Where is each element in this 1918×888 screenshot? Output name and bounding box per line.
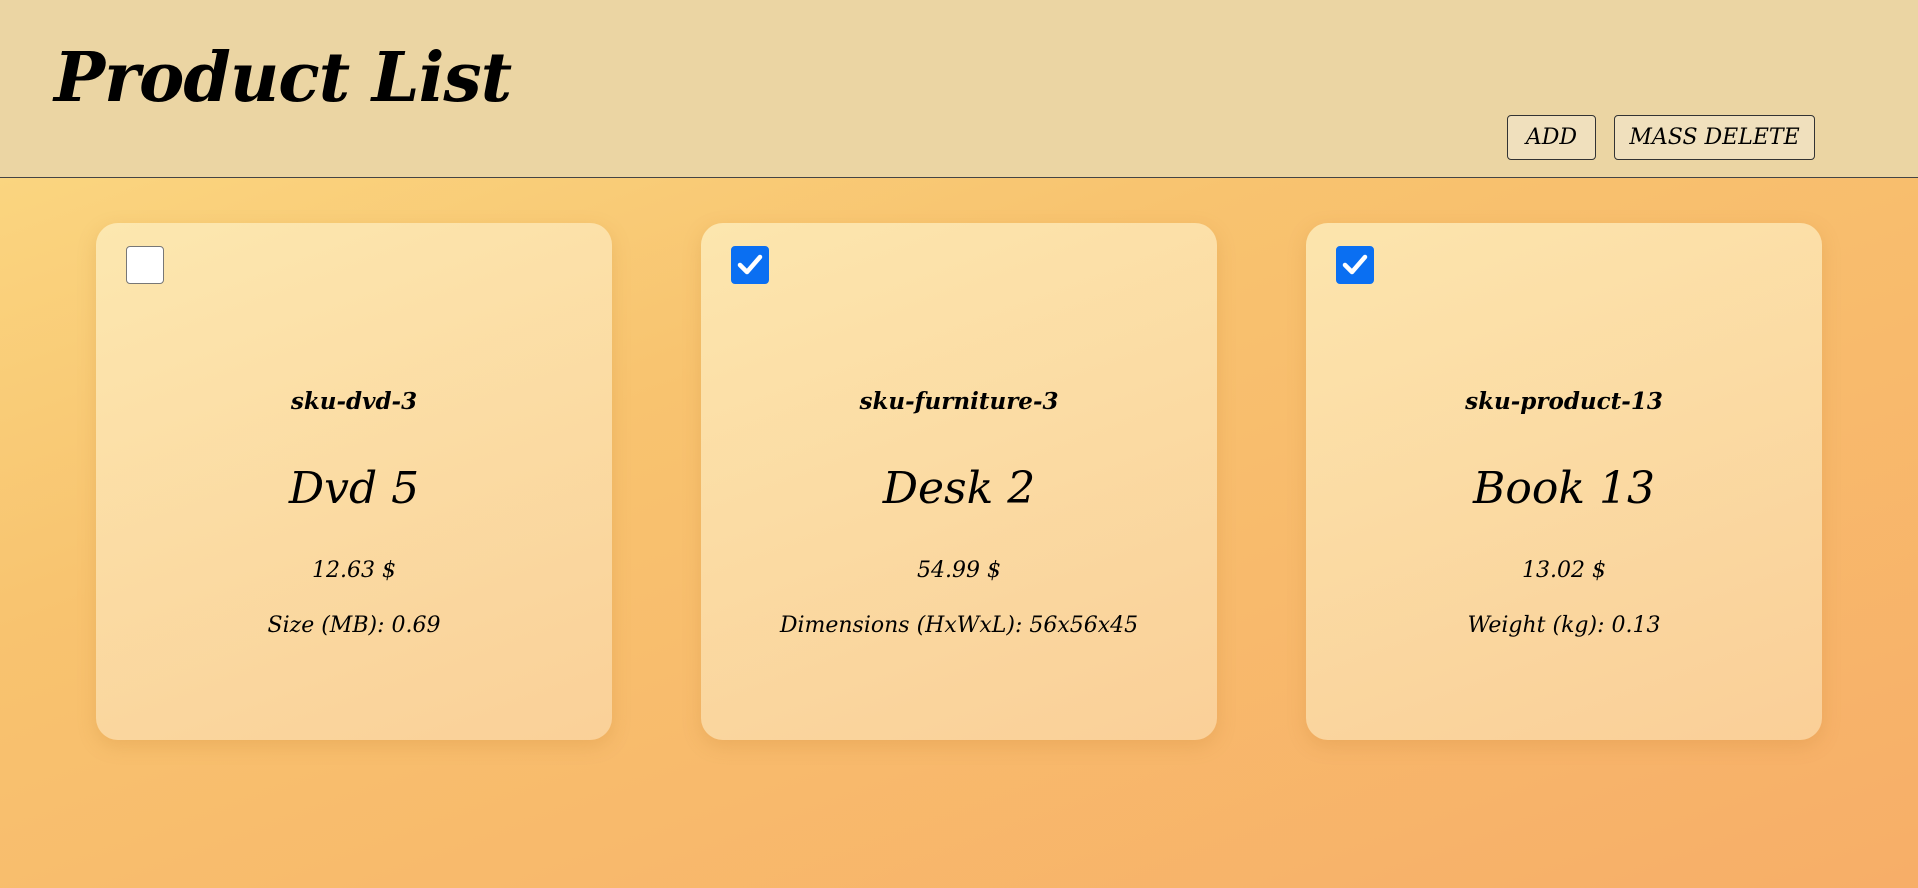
- product-name: Desk 2: [882, 463, 1036, 514]
- product-list: sku-dvd-3 Dvd 5 12.63 $ Size (MB): 0.69 …: [96, 223, 1822, 740]
- delete-checkbox[interactable]: [126, 246, 164, 284]
- product-name: Dvd 5: [288, 463, 420, 514]
- product-price: 12.63 $: [312, 558, 396, 583]
- mass-delete-button[interactable]: MASS DELETE: [1614, 115, 1815, 160]
- product-sku: sku-dvd-3: [290, 388, 418, 415]
- product-card: sku-product-13 Book 13 13.02 $ Weight (k…: [1306, 223, 1822, 740]
- product-sku: sku-furniture-3: [859, 388, 1059, 415]
- product-card: sku-dvd-3 Dvd 5 12.63 $ Size (MB): 0.69: [96, 223, 612, 740]
- product-price: 13.02 $: [1522, 558, 1606, 583]
- product-attribute: Size (MB): 0.69: [267, 613, 441, 638]
- product-card: sku-furniture-3 Desk 2 54.99 $ Dimension…: [701, 223, 1217, 740]
- checkmark-icon: [1342, 254, 1368, 275]
- delete-checkbox[interactable]: [731, 246, 769, 284]
- checkmark-icon: [737, 254, 763, 275]
- product-attribute: Weight (kg): 0.13: [1467, 613, 1661, 638]
- add-button[interactable]: ADD: [1507, 115, 1596, 160]
- page-title: Product List: [54, 38, 512, 118]
- product-attribute: Dimensions (HxWxL): 56x56x45: [779, 613, 1139, 638]
- product-name: Book 13: [1473, 463, 1655, 514]
- header: Product List ADD MASS DELETE: [0, 0, 1918, 178]
- product-sku: sku-product-13: [1465, 388, 1663, 415]
- product-price: 54.99 $: [917, 558, 1001, 583]
- delete-checkbox[interactable]: [1336, 246, 1374, 284]
